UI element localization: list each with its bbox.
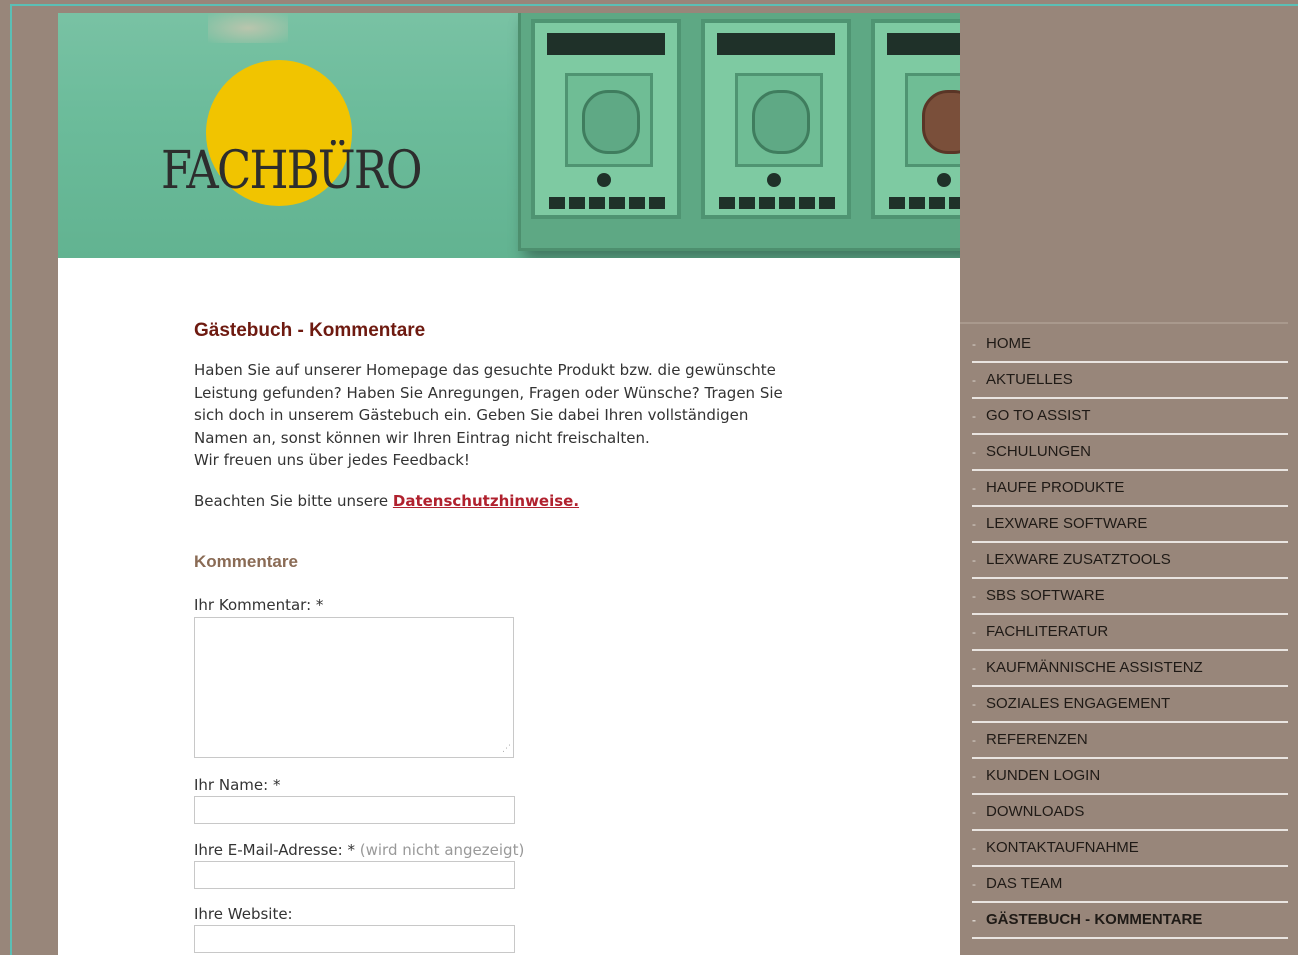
- mailbox-slot: [717, 33, 835, 55]
- sidebar-nav: - HOME - AKTUELLES - GO TO ASSIST - SCHULUNGEN -…: [972, 327, 1288, 939]
- bullet-dash-icon: -: [972, 373, 976, 387]
- bullet-dash-icon: -: [972, 553, 976, 567]
- website-label: Ihre Website:: [194, 905, 293, 923]
- sidebar-item-aktuelles[interactable]: - AKTUELLES: [972, 363, 1288, 399]
- sidebar-item-label: SOZIALES ENGAGEMENT: [986, 695, 1171, 712]
- email-label: Ihre E-Mail-Adresse: * (wird nicht angez…: [194, 841, 524, 859]
- mailbox-dial: [582, 90, 640, 154]
- bullet-dash-icon: -: [972, 589, 976, 603]
- intro-line: sich doch in unserem Gästebuch ein. Gebe…: [194, 406, 749, 424]
- bullet-dash-icon: -: [972, 337, 976, 351]
- email-label-text: Ihre E-Mail-Adresse: *: [194, 841, 355, 859]
- mailbox-plate: [565, 73, 653, 167]
- bullet-dash-icon: -: [972, 409, 976, 423]
- sidebar-item-label: AKTUELLES: [986, 371, 1073, 388]
- mailbox-plate: [735, 73, 823, 167]
- main-content: Gästebuch - Kommentare Haben Sie auf uns…: [58, 258, 960, 955]
- sidebar-item-label: GÄSTEBUCH - KOMMENTARE: [986, 911, 1203, 928]
- sidebar-item-das-team[interactable]: - DAS TEAM: [972, 867, 1288, 903]
- mailbox-slot: [547, 33, 665, 55]
- sidebar-item-label: LEXWARE SOFTWARE: [986, 515, 1148, 532]
- sidebar-item-label: FACHLITERATUR: [986, 623, 1109, 640]
- sidebar-item-lexware-software[interactable]: - LEXWARE SOFTWARE: [972, 507, 1288, 543]
- comments-heading: Kommentare: [194, 552, 298, 571]
- sidebar-item-home[interactable]: - HOME: [972, 327, 1288, 363]
- frame-border-top: [10, 4, 1298, 6]
- sidebar-item-referenzen[interactable]: - REFERENZEN: [972, 723, 1288, 759]
- sidebar-item-soziales-engagement[interactable]: - SOZIALES ENGAGEMENT: [972, 687, 1288, 723]
- sidebar-item-label: KUNDEN LOGIN: [986, 767, 1101, 784]
- sidebar-item-go-to-assist[interactable]: - GO TO ASSIST: [972, 399, 1288, 435]
- page-title: Gästebuch - Kommentare: [194, 320, 426, 341]
- bullet-dash-icon: -: [972, 877, 976, 891]
- email-hint: (wird nicht angezeigt): [359, 841, 525, 859]
- mailbox: [701, 19, 851, 219]
- bullet-dash-icon: -: [972, 625, 976, 639]
- sidebar-item-label: KONTAKTAUFNAHME: [986, 839, 1139, 856]
- left-margin: [12, 6, 58, 955]
- bullet-dash-icon: -: [972, 481, 976, 495]
- sidebar-item-label: DAS TEAM: [986, 875, 1063, 892]
- bullet-dash-icon: -: [972, 805, 976, 819]
- sidebar-item-label: HOME: [986, 335, 1031, 352]
- bullet-dash-icon: -: [972, 841, 976, 855]
- sidebar-item-lexware-zusatztools[interactable]: - LEXWARE ZUSATZTOOLS: [972, 543, 1288, 579]
- sidebar-item-label: KAUFMÄNNISCHE ASSISTENZ: [986, 659, 1203, 676]
- intro-text: Haben Sie auf unserer Homepage das gesuc…: [194, 359, 834, 472]
- sidebar-item-label: HAUFE PRODUKTE: [986, 479, 1125, 496]
- intro-line: Wir freuen uns über jedes Feedback!: [194, 451, 470, 469]
- intro-line: Leistung gefunden? Haben Sie Anregungen,…: [194, 383, 783, 402]
- privacy-note: Beachten Sie bitte unsere Datenschutzhin…: [194, 492, 579, 510]
- bullet-dash-icon: -: [972, 517, 976, 531]
- bullet-dash-icon: -: [972, 733, 976, 747]
- name-label: Ihr Name: *: [194, 776, 281, 794]
- sidebar-item-haufe-produkte[interactable]: - HAUFE PRODUKTE: [972, 471, 1288, 507]
- intro-line: Haben Sie auf unserer Homepage das gesuc…: [194, 361, 776, 379]
- sidebar-item-label: SBS SOFTWARE: [986, 587, 1105, 604]
- sidebar-item-kaufmännische-assistenz[interactable]: - KAUFMÄNNISCHE ASSISTENZ: [972, 651, 1288, 687]
- intro-line: Namen an, sonst können wir Ihren Eintrag…: [194, 428, 650, 447]
- mailbox-grille: [549, 197, 665, 209]
- mailbox-knob: [597, 173, 611, 187]
- sidebar-item-gästebuch-kommentare[interactable]: - GÄSTEBUCH - KOMMENTARE: [972, 903, 1288, 939]
- mailbox-knob: [767, 173, 781, 187]
- sidebar-item-label: DOWNLOADS: [986, 803, 1085, 820]
- site-logo[interactable]: FACHBÜRO: [161, 141, 423, 201]
- bullet-dash-icon: -: [972, 697, 976, 711]
- bullet-dash-icon: -: [972, 769, 976, 783]
- right-margin: [1288, 6, 1298, 955]
- website-input[interactable]: [194, 925, 515, 953]
- email-input[interactable]: [194, 861, 515, 889]
- mailbox-knob: [937, 173, 951, 187]
- comment-label: Ihr Kommentar: *: [194, 596, 324, 614]
- bullet-dash-icon: -: [972, 445, 976, 459]
- sidebar: - HOME - AKTUELLES - GO TO ASSIST - SCHULUNGEN -…: [960, 13, 1288, 955]
- sidebar-item-label: GO TO ASSIST: [986, 407, 1091, 424]
- sidebar-header: [960, 258, 1288, 324]
- resize-grip-icon[interactable]: ⋰: [502, 744, 511, 754]
- mailbox-dial: [752, 90, 810, 154]
- sidebar-item-schulungen[interactable]: - SCHULUNGEN: [972, 435, 1288, 471]
- privacy-prefix: Beachten Sie bitte unsere: [194, 492, 389, 510]
- sidebar-item-label: LEXWARE ZUSATZTOOLS: [986, 551, 1171, 568]
- sidebar-item-fachliteratur[interactable]: - FACHLITERATUR: [972, 615, 1288, 651]
- privacy-link[interactable]: Datenschutzhinweise.: [393, 492, 579, 510]
- mailbox-grille: [719, 197, 835, 209]
- name-input[interactable]: [194, 796, 515, 824]
- bullet-dash-icon: -: [972, 913, 976, 927]
- sidebar-item-kunden-login[interactable]: - KUNDEN LOGIN: [972, 759, 1288, 795]
- wall-stain: [208, 13, 288, 43]
- sidebar-item-label: REFERENZEN: [986, 731, 1088, 748]
- comment-textarea[interactable]: [194, 617, 514, 758]
- mailbox: [531, 19, 681, 219]
- bullet-dash-icon: -: [972, 661, 976, 675]
- sidebar-item-kontaktaufnahme[interactable]: - KONTAKTAUFNAHME: [972, 831, 1288, 867]
- sidebar-item-downloads[interactable]: - DOWNLOADS: [972, 795, 1288, 831]
- sidebar-item-label: SCHULUNGEN: [986, 443, 1092, 460]
- sidebar-item-sbs-software[interactable]: - SBS SOFTWARE: [972, 579, 1288, 615]
